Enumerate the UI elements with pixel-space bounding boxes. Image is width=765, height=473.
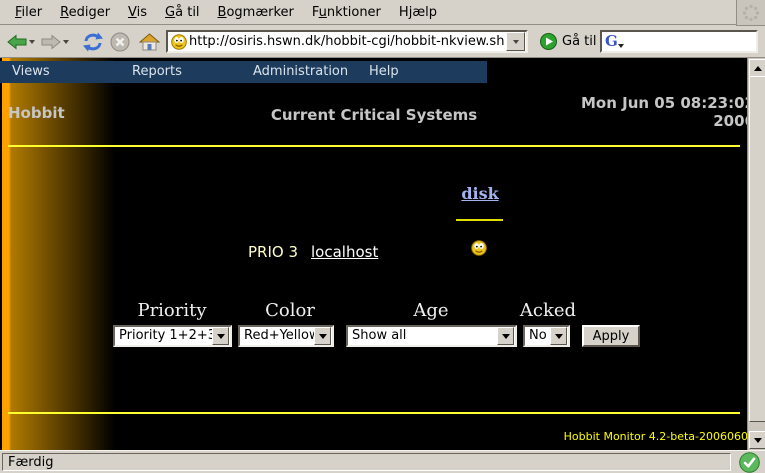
- menu-tools[interactable]: Funktioner: [303, 2, 390, 23]
- chevron-down-icon: [497, 327, 514, 345]
- scroll-down-button[interactable]: [749, 431, 765, 449]
- forward-dropdown[interactable]: [63, 26, 69, 57]
- search-box: G: [600, 30, 758, 53]
- column-underline: [456, 219, 503, 221]
- site-favicon-smiley-icon: [171, 34, 187, 50]
- forward-button[interactable]: [41, 26, 61, 57]
- chevron-down-icon: [550, 327, 567, 345]
- back-dropdown[interactable]: [29, 26, 35, 57]
- page-viewport: Views Reports Administration Help Hobbit…: [0, 58, 765, 450]
- filter-label-acked: Acked: [488, 300, 608, 321]
- filter-label-priority: Priority: [112, 300, 232, 321]
- browser-window: Filer Rediger Vis Gå til Bogmærker Funkt…: [0, 0, 765, 473]
- url-dropdown-button[interactable]: [506, 32, 525, 51]
- chevron-down-icon: [212, 327, 229, 345]
- reload-icon: [82, 32, 104, 52]
- chevron-down-icon: [63, 40, 69, 44]
- reload-button[interactable]: [82, 26, 104, 57]
- search-engine-g-icon[interactable]: G: [602, 34, 618, 49]
- green-check-icon: [739, 452, 760, 473]
- scroll-up-button[interactable]: [749, 59, 765, 77]
- status-bar: Færdig: [0, 450, 765, 473]
- chevron-down-icon: [513, 40, 519, 44]
- status-yellow-smiley-icon[interactable]: [471, 240, 487, 256]
- chevron-down-icon: [29, 40, 35, 44]
- bottom-divider: [8, 412, 740, 414]
- nav-reports[interactable]: Reports: [132, 61, 182, 83]
- hobbit-version-footer: Hobbit Monitor 4.2-beta-20060601: [564, 430, 755, 443]
- menu-bookmarks[interactable]: Bogmærker: [209, 2, 303, 23]
- nav-help[interactable]: Help: [369, 61, 399, 83]
- url-bar: [166, 30, 528, 53]
- stop-button[interactable]: [110, 26, 130, 57]
- back-icon: [7, 34, 27, 50]
- menu-bar: Filer Rediger Vis Gå til Bogmærker Funkt…: [0, 0, 737, 25]
- go-button[interactable]: Gå til: [536, 29, 601, 54]
- vertical-scrollbar[interactable]: [747, 58, 765, 450]
- report-timestamp: Mon Jun 05 08:23:02 2006: [581, 94, 755, 130]
- menu-help[interactable]: Hjælp: [390, 2, 446, 23]
- scrollbar-thumb[interactable]: [749, 76, 765, 422]
- back-button[interactable]: [7, 26, 27, 57]
- priority-group-label: PRIO 3: [248, 243, 298, 261]
- throbber-dot-ring-icon: [741, 3, 761, 23]
- load-complete-indicator: [735, 451, 763, 473]
- go-icon: [540, 33, 557, 50]
- hobbit-menu-bar: Views Reports Administration Help: [0, 61, 487, 83]
- menu-view[interactable]: Vis: [119, 2, 156, 23]
- home-button[interactable]: [139, 26, 160, 57]
- url-input[interactable]: [187, 34, 506, 49]
- acked-select[interactable]: No: [523, 325, 570, 347]
- age-select[interactable]: Show all: [346, 325, 517, 347]
- nav-views[interactable]: Views: [12, 61, 50, 83]
- status-text: Færdig: [2, 453, 731, 471]
- go-label: Gå til: [562, 34, 597, 49]
- navigation-toolbar: Gå til G: [0, 26, 765, 58]
- menu-go[interactable]: Gå til: [156, 2, 209, 23]
- filter-label-color: Color: [230, 300, 350, 321]
- priority-select[interactable]: Priority 1+2+3: [113, 325, 232, 347]
- menu-file[interactable]: Filer: [6, 2, 51, 23]
- host-link-localhost[interactable]: localhost: [311, 243, 378, 261]
- chevron-down-icon: [314, 327, 331, 345]
- color-select[interactable]: Red+Yellow: [238, 325, 334, 347]
- forward-icon: [41, 34, 61, 50]
- search-input[interactable]: [626, 33, 756, 50]
- stop-icon: [110, 32, 130, 52]
- nav-administration[interactable]: Administration: [253, 61, 348, 83]
- apply-button[interactable]: Apply: [582, 325, 640, 347]
- arrow-down-icon: [754, 438, 762, 443]
- throbber: [736, 0, 765, 26]
- home-icon: [139, 33, 160, 51]
- menu-edit[interactable]: Rediger: [51, 2, 119, 23]
- column-link-disk[interactable]: disk: [450, 184, 510, 203]
- arrow-up-icon: [754, 66, 762, 71]
- search-engine-dropdown-icon[interactable]: [618, 44, 624, 48]
- filter-label-age: Age: [371, 300, 491, 321]
- top-divider: [8, 145, 740, 147]
